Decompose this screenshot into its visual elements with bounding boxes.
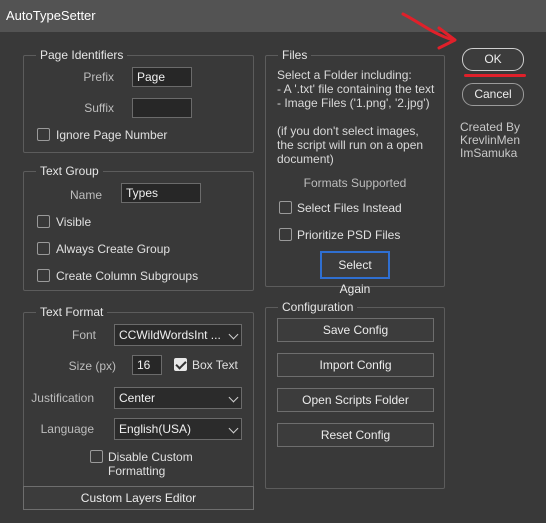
create-column-subgroups-checkbox[interactable] [37, 269, 50, 282]
disable-custom-formatting-checkbox[interactable] [90, 450, 103, 463]
select-files-instead-checkbox[interactable] [279, 201, 292, 214]
save-config-button[interactable]: Save Config [277, 318, 434, 342]
open-scripts-folder-label: Open Scripts Folder [302, 393, 409, 407]
always-create-group-checkbox[interactable] [37, 242, 50, 255]
page-identifiers-group: Page Identifiers Prefix Page Suffix Igno… [23, 48, 254, 153]
files-note-line-1: (if you don't select images, [277, 124, 419, 138]
box-text-checkbox[interactable] [174, 358, 187, 371]
ignore-page-number-checkbox[interactable] [37, 128, 50, 141]
size-label: Size (px) [68, 359, 116, 373]
annotation-underline [464, 74, 526, 77]
prioritize-psd-checkbox[interactable] [279, 228, 292, 241]
reset-config-button[interactable]: Reset Config [277, 423, 434, 447]
dialog-body: Page Identifiers Prefix Page Suffix Igno… [0, 32, 546, 523]
open-scripts-folder-button[interactable]: Open Scripts Folder [277, 388, 434, 412]
select-again-button[interactable]: Select Again [320, 251, 390, 296]
text-group-group: Text Group Name Types Visible Always Cre… [23, 164, 254, 291]
group-title: Text Group [36, 164, 103, 179]
credits-line-2: KrevlinMen [460, 133, 521, 147]
cancel-button[interactable]: Cancel [462, 83, 524, 106]
justification-select[interactable]: Center [114, 387, 242, 409]
group-title: Page Identifiers [36, 48, 128, 63]
custom-layers-editor-button[interactable]: Custom Layers Editor [23, 486, 254, 510]
font-select[interactable]: CCWildWordsInt ... [114, 324, 242, 346]
box-text-label: Box Text [192, 358, 238, 372]
suffix-label: Suffix [84, 101, 114, 115]
configuration-group: Configuration Save Config Import Config … [265, 300, 445, 489]
visible-label: Visible [56, 215, 92, 229]
files-description-line-3: - Image Files ('1.png', '2.jpg') [277, 96, 430, 110]
always-create-group-label: Always Create Group [56, 242, 171, 256]
justification-label: Justification [31, 391, 94, 405]
credits-line-3: ImSamuka [460, 146, 518, 160]
chevron-down-icon [228, 329, 239, 340]
prioritize-psd-label: Prioritize PSD Files [297, 228, 401, 242]
font-label: Font [71, 328, 96, 342]
visible-checkbox[interactable] [37, 215, 50, 228]
group-title: Files [278, 48, 312, 63]
justification-value: Center [119, 391, 156, 405]
select-files-instead-label: Select Files Instead [297, 201, 402, 215]
files-group: Files Select a Folder including: - A '.t… [265, 48, 445, 296]
group-title: Configuration [278, 300, 358, 315]
import-config-button[interactable]: Import Config [277, 353, 434, 377]
chevron-down-icon [228, 392, 239, 403]
size-input[interactable]: 16 [132, 355, 162, 375]
language-value: English(USA) [119, 422, 192, 436]
import-config-label: Import Config [319, 358, 392, 372]
formats-supported-label: Formats Supported [303, 176, 407, 190]
text-format-group: Text Format Font CCWildWordsInt ... Size… [23, 305, 254, 500]
language-label: Language [40, 422, 94, 436]
disable-custom-formatting-label: Disable Custom Formatting [108, 450, 193, 478]
group-title: Text Format [36, 305, 108, 320]
select-again-label: Select Again [338, 258, 372, 296]
files-note-line-3: document) [277, 152, 334, 166]
files-note-line-2: the script will run on a open [277, 138, 424, 152]
files-description-line-2: - A '.txt' file containing the text [277, 82, 435, 96]
cancel-label: Cancel [474, 87, 512, 101]
chevron-down-icon [228, 423, 239, 434]
suffix-input[interactable] [132, 98, 192, 118]
window-title: AutoTypeSetter [6, 8, 96, 23]
annotation-arrow-icon [401, 12, 457, 50]
font-value: CCWildWordsInt ... [119, 328, 221, 342]
custom-layers-editor-label: Custom Layers Editor [80, 491, 197, 505]
files-description-line-1: Select a Folder including: [277, 68, 412, 82]
language-select[interactable]: English(USA) [114, 418, 242, 440]
credits-line-1: Created By [460, 120, 521, 134]
ignore-page-number-label: Ignore Page Number [56, 128, 168, 142]
name-label: Name [69, 188, 102, 202]
create-column-subgroups-label: Create Column Subgroups [56, 269, 199, 283]
prefix-input[interactable]: Page [132, 67, 192, 87]
ok-label: OK [484, 52, 502, 66]
prefix-label: Prefix [83, 70, 114, 84]
save-config-label: Save Config [322, 323, 389, 337]
reset-config-label: Reset Config [320, 428, 391, 442]
group-name-input[interactable]: Types [121, 183, 201, 203]
